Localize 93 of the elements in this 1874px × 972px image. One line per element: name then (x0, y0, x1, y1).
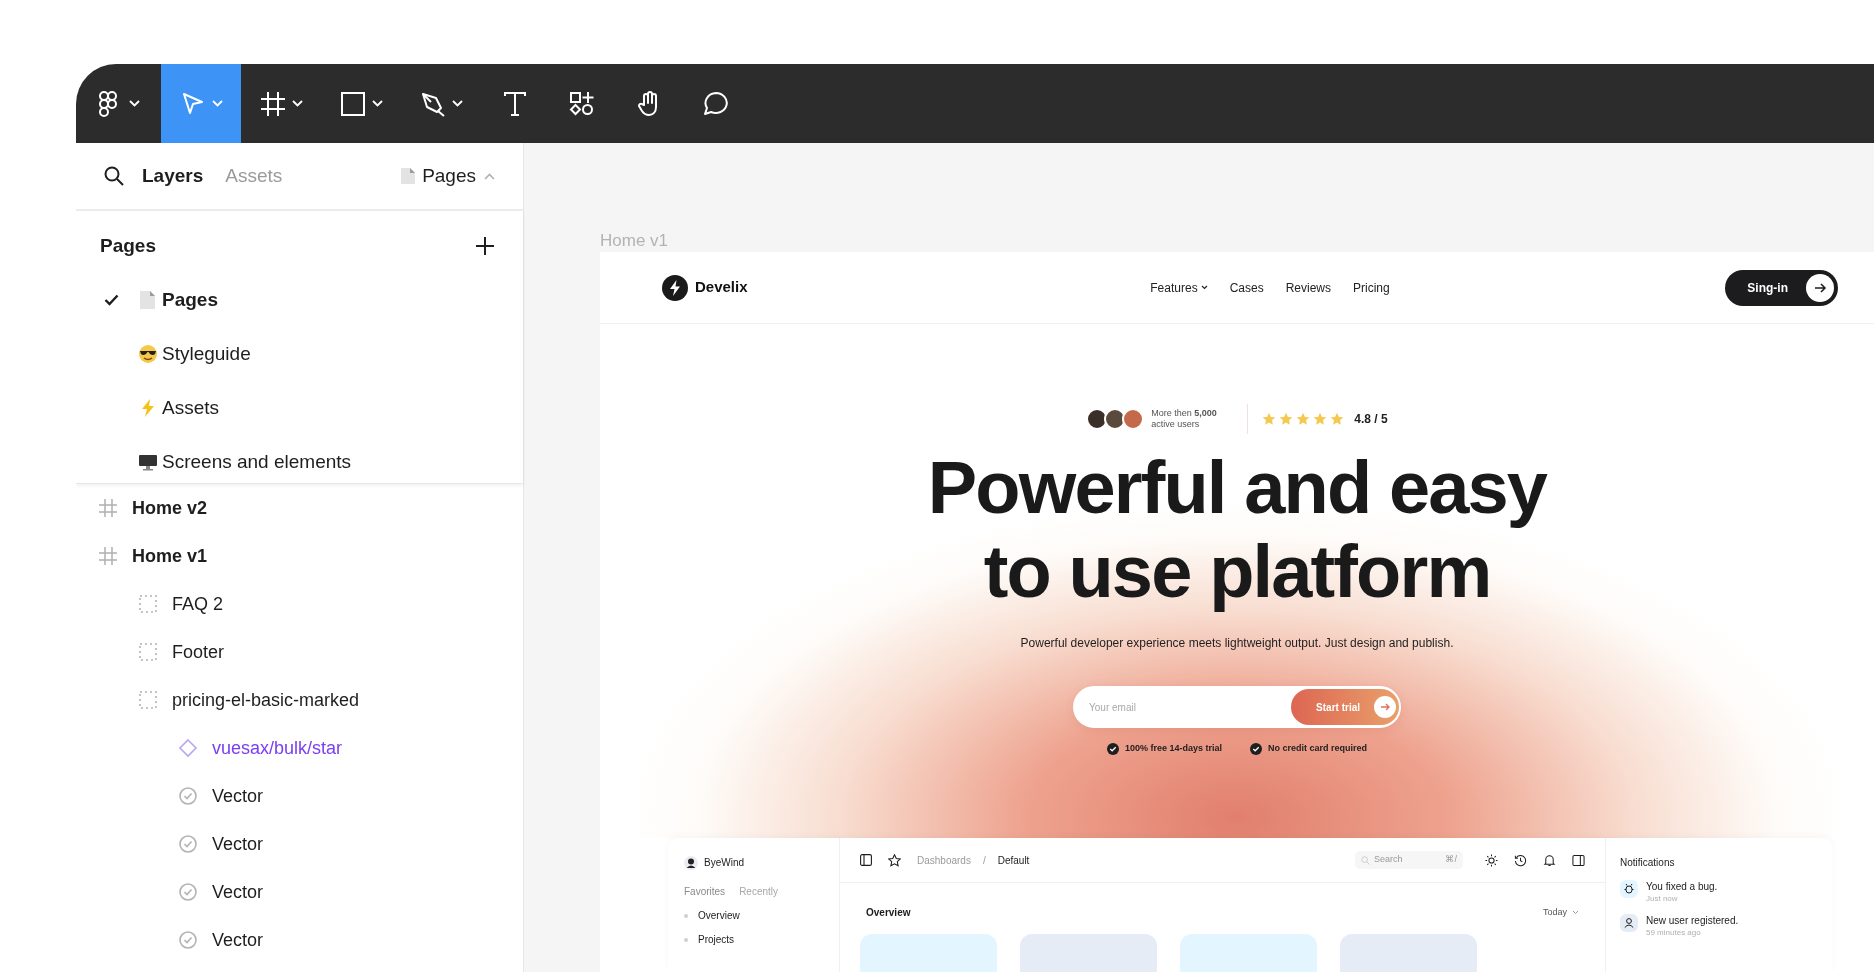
sign-in-button[interactable]: Sing-in (1725, 269, 1838, 306)
arrow-right-icon (1806, 273, 1834, 302)
document-icon (138, 290, 158, 310)
plus-icon[interactable] (475, 236, 495, 256)
perk-text: No credit card required (1268, 742, 1368, 755)
sidebar-icon[interactable] (860, 854, 872, 866)
breadcrumb-link[interactable]: Default (997, 852, 1030, 868)
users-count-text: More then 5,000 active users (1151, 408, 1218, 430)
search-icon (1361, 855, 1370, 865)
chevron-down-icon (451, 100, 463, 107)
brand-name: Develix (695, 277, 748, 298)
hero-headline: Powerful and easy to use platform (926, 446, 1549, 614)
layer-row[interactable]: FAQ 2 (76, 580, 523, 628)
check-icon (104, 294, 119, 306)
text-icon (501, 90, 528, 117)
document-icon (400, 167, 417, 185)
notification-time: 59 minutes ago (1646, 927, 1702, 938)
panel-tab[interactable]: Layers (142, 161, 204, 191)
shapes-icon (568, 90, 595, 117)
layer-row[interactable]: Footer (76, 628, 523, 676)
sidebar-tab[interactable]: Favorites (684, 884, 726, 899)
shortcut-hint: ⌘/ (1445, 853, 1457, 867)
user-name: ByeWind (704, 856, 744, 870)
panel-title: Notifications (1620, 856, 1676, 870)
chevron-down-icon (291, 100, 303, 107)
sun-icon[interactable] (1485, 853, 1498, 867)
check-circle-icon (1250, 742, 1262, 755)
layer-row[interactable]: vuesax/bulk/star (76, 724, 523, 772)
dotted-square-icon (138, 642, 158, 662)
star-icon (1279, 412, 1294, 426)
speech-bubble-icon (702, 90, 729, 117)
check-circle-icon (178, 786, 198, 806)
section-title: Overview (866, 906, 911, 920)
notification-text: You fixed a bug. (1646, 880, 1718, 893)
chevron-down-icon (211, 100, 223, 107)
pen-icon (419, 90, 446, 117)
bug-icon (1620, 880, 1638, 898)
layer-row[interactable]: Vector (76, 868, 523, 916)
page-item[interactable]: Styleguide (76, 327, 523, 381)
sidebar-item[interactable]: Projects (698, 932, 735, 947)
rating-text: 4.8 / 5 (1354, 411, 1388, 428)
sidebar-item[interactable]: Overview (698, 908, 740, 923)
square-icon (339, 90, 366, 117)
perk-text: 100% free 14-days trial (1124, 742, 1222, 755)
period-dropdown[interactable]: Today (1542, 905, 1579, 920)
hash-icon (98, 498, 118, 518)
page-dropdown[interactable]: Pages (400, 161, 495, 191)
page-item[interactable]: Pages (76, 273, 523, 327)
layer-row[interactable]: Vector (76, 772, 523, 820)
dotted-square-icon (138, 690, 158, 710)
star-icon (1296, 412, 1311, 426)
chevron-down-icon (371, 100, 383, 107)
lightning-logo-icon (662, 274, 688, 301)
notification-text: New user registered. (1646, 914, 1739, 927)
layer-row[interactable]: Vector (76, 820, 523, 868)
bell-icon[interactable] (1543, 853, 1556, 867)
monitor-icon (138, 452, 158, 472)
nav-link[interactable]: Cases (1229, 278, 1264, 297)
dotted-square-icon (138, 594, 158, 614)
sidebar-icon[interactable] (1572, 853, 1585, 867)
user-avatar-icon (684, 855, 698, 870)
hash-icon (259, 90, 286, 117)
nav-link[interactable]: Reviews (1285, 278, 1331, 297)
star-icon (1313, 412, 1328, 426)
chevron-up-icon (484, 172, 495, 180)
chevron-down-icon (129, 100, 140, 107)
email-field[interactable]: Your email (1075, 688, 1291, 726)
breadcrumb-separator: / (982, 853, 986, 868)
check-circle-icon (178, 930, 198, 950)
layer-row[interactable]: Vector (76, 916, 523, 964)
chevron-down-icon (1572, 910, 1579, 915)
user-icon (1620, 914, 1638, 932)
arrow-right-icon (1374, 696, 1396, 718)
chevron-down-icon (1200, 285, 1208, 290)
star-icon (1330, 412, 1345, 426)
check-circle-icon (178, 834, 198, 854)
search-icon[interactable] (104, 166, 124, 186)
layer-row[interactable]: pricing-el-basic-marked (76, 676, 523, 724)
notification-time: Just now (1646, 893, 1679, 904)
check-circle-icon (178, 882, 198, 902)
nav-link[interactable]: Pricing (1353, 278, 1390, 297)
star-outline-icon[interactable] (888, 853, 901, 867)
page-item[interactable]: Assets (76, 381, 523, 435)
history-icon[interactable] (1514, 853, 1527, 867)
section-heading: Pages (100, 233, 156, 258)
nav-link[interactable]: Features (1150, 278, 1208, 297)
hero-subtitle: Powerful developer experience meets lightweight output. Just design and publish. (1020, 635, 1454, 652)
star-icon (1262, 412, 1277, 426)
layer-row[interactable]: Home v1 (76, 532, 523, 580)
hash-icon (98, 546, 118, 566)
diamond-icon (178, 738, 198, 758)
sunglasses-face-icon (138, 344, 158, 364)
check-circle-icon (1106, 742, 1119, 755)
